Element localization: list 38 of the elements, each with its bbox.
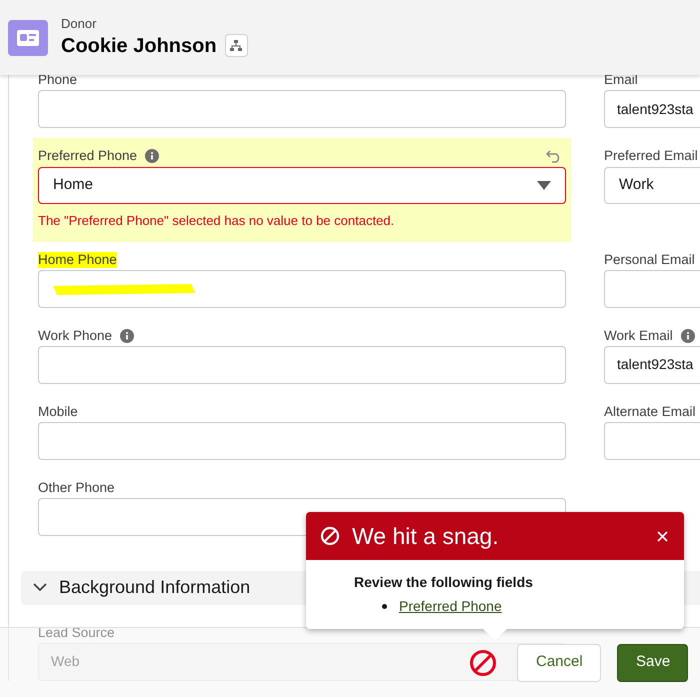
input-field[interactable] (38, 90, 566, 128)
field-label: Phone (38, 72, 78, 88)
popover-heading: Review the following fields (354, 573, 534, 592)
field-label: Email (604, 72, 638, 88)
hierarchy-button[interactable] (224, 34, 248, 57)
field-label: Preferred Phone (38, 148, 138, 164)
chevron-icon (33, 583, 47, 592)
input-field[interactable] (38, 270, 566, 308)
picklist-field[interactable]: Work (604, 167, 700, 204)
field-label: Personal Email (604, 252, 695, 268)
input-field[interactable] (38, 346, 566, 384)
field-label: Preferred Email (604, 148, 698, 164)
cancel-button[interactable]: Cancel (517, 644, 601, 682)
error-icon[interactable] (469, 648, 497, 676)
field-label: Work Email (604, 328, 673, 344)
field-link[interactable]: Preferred Phone (399, 596, 502, 617)
picklist-field[interactable]: Home (38, 167, 566, 204)
field-label: Home Phone (38, 252, 117, 268)
field-label: Mobile (38, 404, 78, 420)
record-title: Cookie Johnson (61, 34, 217, 58)
field-label: Work Phone (38, 328, 112, 344)
hierarchy-icon (230, 40, 242, 52)
error-message: The "Preferred Phone" selected has no value to be contacted. (38, 212, 396, 230)
popover-title: We hit a snag. (352, 522, 499, 551)
save-button[interactable]: Save (617, 644, 688, 682)
error-icon (320, 526, 340, 546)
bullet-icon (382, 604, 387, 609)
object-type-label: Donor (61, 16, 98, 32)
input-field[interactable]: talent923sta (604, 90, 700, 128)
field-label: Other Phone (38, 480, 115, 496)
contact-card-icon (8, 20, 48, 56)
dropdown-caret-icon (537, 181, 551, 190)
undo-icon[interactable] (546, 149, 562, 163)
field-label: Alternate Email (604, 404, 696, 420)
field-label: Lead Source (38, 624, 115, 640)
input-field[interactable] (38, 422, 566, 460)
input-field[interactable]: talent923sta (604, 346, 700, 384)
close-icon (656, 530, 668, 542)
